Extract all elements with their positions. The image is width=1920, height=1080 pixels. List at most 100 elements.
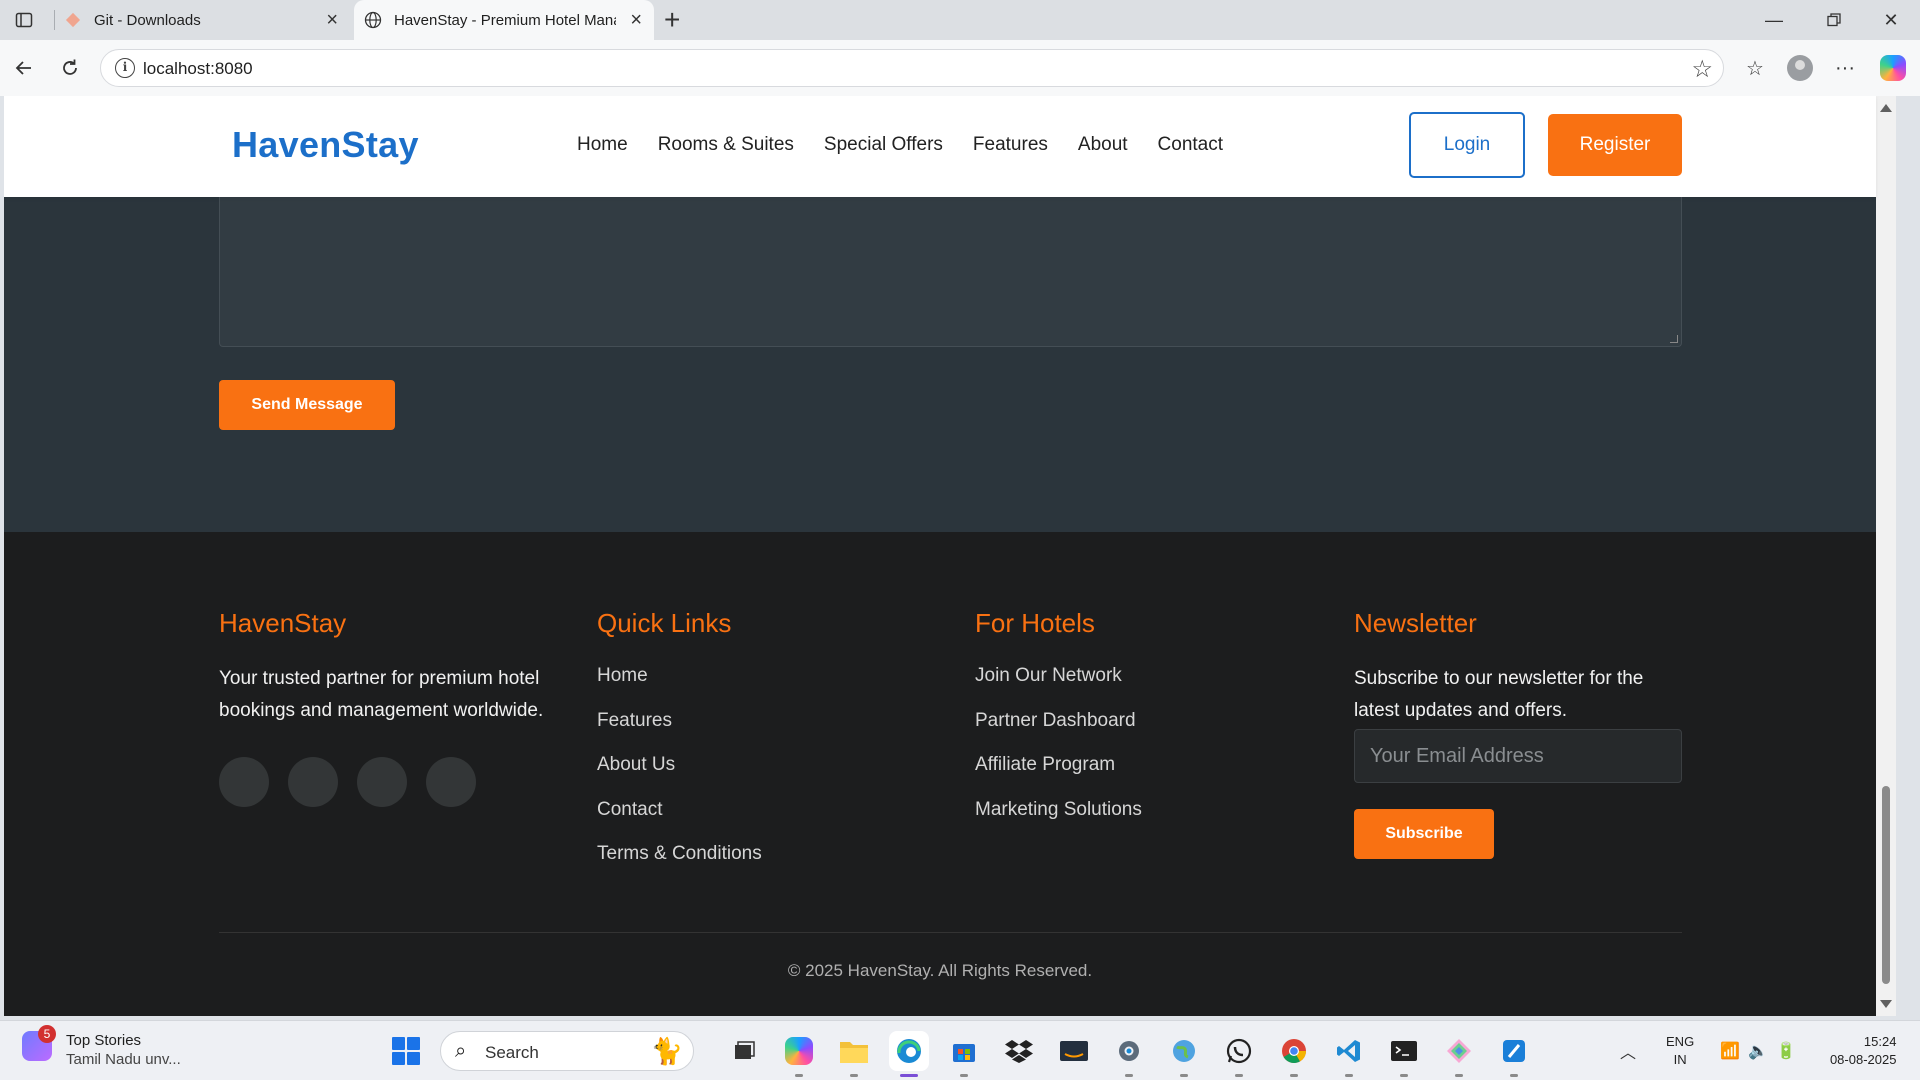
footer-link-about-us[interactable]: About Us bbox=[597, 752, 762, 777]
minimize-icon[interactable]: — bbox=[1762, 8, 1786, 32]
social-link-2[interactable] bbox=[288, 757, 338, 807]
nav-special-offers[interactable]: Special Offers bbox=[824, 134, 943, 156]
copyright-text: © 2025 HavenStay. All Rights Reserved. bbox=[787, 961, 1093, 980]
footer-for-hotels-column: For Hotels Join Our Network Partner Dash… bbox=[975, 608, 1142, 841]
address-bar: i localhost:8080 ☆ ☆ ··· bbox=[0, 40, 1920, 96]
tab-title: Git - Downloads bbox=[94, 11, 201, 29]
social-link-3[interactable] bbox=[357, 757, 407, 807]
scroll-down-icon[interactable] bbox=[1880, 1000, 1892, 1008]
copilot-icon[interactable] bbox=[1878, 54, 1908, 82]
close-window-icon[interactable]: ✕ bbox=[1879, 8, 1903, 32]
git-desktop-icon[interactable] bbox=[1439, 1031, 1479, 1077]
favorite-star-icon[interactable]: ☆ bbox=[1691, 55, 1713, 84]
footer-link-features[interactable]: Features bbox=[597, 708, 762, 733]
dropbox-icon[interactable] bbox=[999, 1031, 1039, 1071]
register-button[interactable]: Register bbox=[1548, 114, 1682, 176]
taskbar-search-label: Search bbox=[485, 1043, 539, 1062]
news-widget[interactable]: 5 Top Stories Tamil Nadu unv... bbox=[22, 1025, 181, 1069]
more-icon[interactable]: ··· bbox=[1830, 54, 1860, 82]
footer-quick-links-column: Quick Links Home Features About Us Conta… bbox=[597, 608, 762, 886]
newsletter-email-input[interactable]: Your Email Address bbox=[1354, 729, 1682, 783]
copilot-app-icon[interactable] bbox=[779, 1031, 819, 1077]
file-explorer-icon[interactable] bbox=[834, 1031, 874, 1077]
task-view-icon[interactable] bbox=[724, 1031, 764, 1071]
amazon-icon[interactable] bbox=[1054, 1031, 1094, 1071]
site-logo[interactable]: HavenStay bbox=[232, 124, 419, 166]
whatsapp-icon[interactable] bbox=[1219, 1031, 1259, 1077]
chrome-icon[interactable] bbox=[1274, 1031, 1314, 1077]
news-subtitle: Tamil Nadu unv... bbox=[66, 1051, 181, 1068]
restore-icon[interactable] bbox=[1822, 8, 1846, 32]
footer-link-marketing-solutions[interactable]: Marketing Solutions bbox=[975, 797, 1142, 822]
nav-features[interactable]: Features bbox=[973, 134, 1048, 156]
footer-link-contact[interactable]: Contact bbox=[597, 797, 762, 822]
site-footer: HavenStay Your trusted partner for premi… bbox=[4, 532, 1876, 1016]
reload-icon[interactable] bbox=[56, 54, 84, 82]
url-text: localhost:8080 bbox=[143, 59, 253, 78]
footer-link-join-network[interactable]: Join Our Network bbox=[975, 663, 1142, 688]
message-textarea[interactable] bbox=[219, 197, 1682, 347]
footer-link-home[interactable]: Home bbox=[597, 663, 762, 688]
tab-havenstay[interactable]: HavenStay - Premium Hotel Mana × bbox=[354, 0, 654, 40]
subscribe-button[interactable]: Subscribe bbox=[1354, 809, 1494, 859]
network-volume-battery-icon[interactable]: 📶🔈🔋 bbox=[1720, 1041, 1804, 1061]
main-nav: Home Rooms & Suites Special Offers Featu… bbox=[577, 134, 1253, 156]
profile-icon[interactable] bbox=[1785, 54, 1815, 82]
search-highlight-icon: 🐈 bbox=[650, 1036, 683, 1066]
website: HavenStay Home Rooms & Suites Special Of… bbox=[4, 96, 1876, 1016]
tab-actions-icon[interactable] bbox=[12, 8, 36, 32]
avatar bbox=[1787, 55, 1813, 81]
social-link-1[interactable] bbox=[219, 757, 269, 807]
close-tab-icon[interactable]: × bbox=[326, 10, 338, 30]
news-badge: 5 bbox=[38, 1025, 56, 1043]
tab-separator bbox=[54, 10, 55, 30]
browser-tab-strip: Git - Downloads × HavenStay - Premium Ho… bbox=[0, 0, 1920, 40]
news-title: Top Stories bbox=[66, 1032, 142, 1049]
social-link-4[interactable] bbox=[426, 757, 476, 807]
newsletter-title: Newsletter bbox=[1354, 608, 1477, 638]
nav-contact[interactable]: Contact bbox=[1158, 134, 1223, 156]
for-hotels-title: For Hotels bbox=[975, 608, 1095, 638]
nav-home[interactable]: Home bbox=[577, 134, 628, 156]
scroll-up-icon[interactable] bbox=[1880, 104, 1892, 112]
nav-about[interactable]: About bbox=[1078, 134, 1128, 156]
newsletter-text: Subscribe to our newsletter for the late… bbox=[1354, 668, 1644, 721]
close-tab-icon[interactable]: × bbox=[630, 10, 642, 30]
terminal-icon[interactable] bbox=[1384, 1031, 1424, 1077]
social-links bbox=[219, 757, 549, 807]
footer-brand-title: HavenStay bbox=[219, 608, 347, 638]
footer-link-partner-dashboard[interactable]: Partner Dashboard bbox=[975, 708, 1142, 733]
nav-rooms-suites[interactable]: Rooms & Suites bbox=[658, 134, 794, 156]
paint-icon[interactable] bbox=[1494, 1031, 1534, 1077]
news-icon: 5 bbox=[22, 1025, 56, 1061]
send-message-button[interactable]: Send Message bbox=[219, 380, 395, 430]
tab-git-downloads[interactable]: Git - Downloads × bbox=[60, 0, 350, 40]
weather-app-icon[interactable] bbox=[1164, 1031, 1204, 1077]
language-indicator[interactable]: ENG IN bbox=[1666, 1033, 1694, 1069]
settings-icon[interactable] bbox=[1109, 1031, 1149, 1077]
quick-links-title: Quick Links bbox=[597, 608, 732, 638]
vscode-icon[interactable] bbox=[1329, 1031, 1369, 1077]
url-field[interactable]: i localhost:8080 ☆ bbox=[100, 49, 1724, 87]
site-info-icon[interactable]: i bbox=[115, 58, 135, 78]
edge-browser-icon[interactable] bbox=[889, 1031, 929, 1077]
resize-handle-icon[interactable] bbox=[1670, 335, 1678, 343]
clock[interactable]: 15:24 08-08-2025 bbox=[1830, 1033, 1897, 1069]
footer-divider bbox=[219, 932, 1682, 933]
back-icon[interactable] bbox=[10, 54, 38, 82]
footer-brand-text: Your trusted partner for premium hotel b… bbox=[219, 668, 544, 721]
footer-link-affiliate-program[interactable]: Affiliate Program bbox=[975, 752, 1142, 777]
region-code: IN bbox=[1673, 1052, 1687, 1067]
footer-newsletter-column: Newsletter Subscribe to our newsletter f… bbox=[1354, 608, 1684, 859]
start-button[interactable] bbox=[392, 1037, 420, 1065]
microsoft-store-icon[interactable] bbox=[944, 1031, 984, 1077]
contact-section: Send Message bbox=[4, 197, 1876, 532]
login-button[interactable]: Login bbox=[1409, 112, 1525, 178]
new-tab-icon[interactable]: + bbox=[664, 6, 680, 34]
footer-link-terms[interactable]: Terms & Conditions bbox=[597, 841, 762, 866]
page-scrollbar[interactable] bbox=[1876, 96, 1896, 1016]
favorites-icon[interactable]: ☆ bbox=[1740, 54, 1770, 82]
scrollbar-thumb[interactable] bbox=[1882, 786, 1890, 984]
show-hidden-icons-icon[interactable]: ︿ bbox=[1620, 1039, 1636, 1063]
taskbar-search[interactable]: ⌕ Search 🐈 bbox=[440, 1031, 694, 1071]
